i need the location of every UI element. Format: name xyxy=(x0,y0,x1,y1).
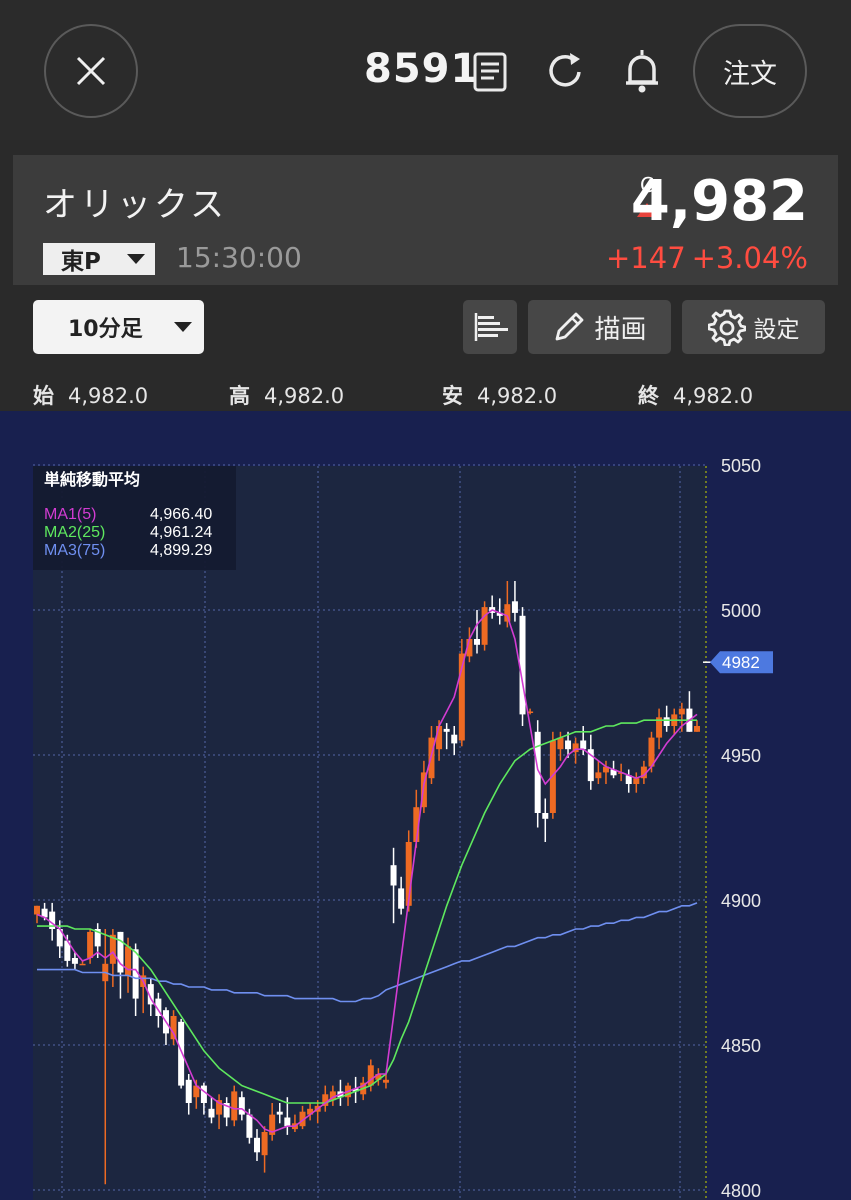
candle-body xyxy=(511,601,518,613)
candle-body xyxy=(436,726,443,750)
alert-button[interactable] xyxy=(622,48,662,94)
candle-body xyxy=(633,778,640,784)
candle-body xyxy=(694,726,700,732)
open-label: 始 xyxy=(33,384,54,408)
draw-button[interactable]: 描画 xyxy=(528,300,671,354)
current-price-label: 4982 xyxy=(722,653,760,672)
candle-body xyxy=(200,1085,207,1103)
market-label: 東P xyxy=(61,249,101,275)
candle-body xyxy=(367,1065,374,1086)
stock-info-panel: オリックス 東P 15:30:00 C 4,982 +147 +3.04% xyxy=(13,155,838,285)
low-value: 4,982.0 xyxy=(477,384,558,408)
plot-area xyxy=(33,466,706,1200)
pencil-icon xyxy=(556,312,584,341)
price-change-percent: +3.04% xyxy=(691,241,808,275)
candle-body xyxy=(663,717,670,726)
candle-body xyxy=(71,958,78,964)
ohlc-high: 高 4,982.0 xyxy=(229,380,344,410)
reload-button[interactable] xyxy=(546,50,586,92)
document-button[interactable] xyxy=(472,52,508,92)
ma-legend-title: 単純移動平均 xyxy=(44,470,140,489)
ohlc-open: 始 4,982.0 xyxy=(33,380,148,410)
quote-time: 15:30:00 xyxy=(176,241,302,274)
candle-body xyxy=(87,931,94,958)
candle-body xyxy=(170,1016,177,1040)
document-icon xyxy=(473,52,507,92)
high-label: 高 xyxy=(229,384,250,408)
ma-legend-value: 4,961.24 xyxy=(150,524,212,541)
candle-body xyxy=(557,737,564,750)
candle-body xyxy=(451,734,458,744)
high-value: 4,982.0 xyxy=(264,384,345,408)
candle-body xyxy=(678,708,685,715)
candle-body xyxy=(443,728,450,732)
candle-body xyxy=(34,905,40,915)
y-tick-label: 5000 xyxy=(721,601,761,621)
candle-body xyxy=(261,1132,268,1156)
gear-icon xyxy=(707,309,746,346)
candle-body xyxy=(382,1079,389,1083)
candle-body xyxy=(390,865,397,886)
timeframe-label: 10分足 xyxy=(68,317,143,342)
y-tick-label: 4800 xyxy=(721,1181,761,1200)
candle-body xyxy=(580,740,587,750)
y-tick-label: 4950 xyxy=(721,746,761,766)
candle-body xyxy=(565,740,572,750)
reload-icon xyxy=(549,53,581,87)
ma-legend-name: MA2(25) xyxy=(44,524,105,541)
candle-body xyxy=(125,946,132,976)
candle-body xyxy=(481,607,488,645)
stock-name: オリックス xyxy=(43,185,227,225)
order-button[interactable]: 注文 xyxy=(693,24,807,118)
price-chart[interactable]: 5050 5000 4950 4900 4850 4800 単純移動平均 MA1(5) 4,96… xyxy=(0,411,851,1200)
ma-legend-name: MA1(5) xyxy=(44,506,96,523)
bell-icon xyxy=(626,50,658,93)
open-value: 4,982.0 xyxy=(68,384,149,408)
ma-legend-name: MA3(75) xyxy=(44,542,105,559)
volume-profile-button[interactable] xyxy=(463,300,517,354)
candle-body xyxy=(208,1108,215,1118)
candle-body xyxy=(79,963,86,966)
candle-body xyxy=(276,1111,283,1115)
ma-legend-value: 4,966.40 xyxy=(150,506,212,523)
ohlc-low: 安 4,982.0 xyxy=(442,380,557,410)
candle-body xyxy=(504,604,511,622)
chevron-down-icon xyxy=(127,254,145,264)
candle-body xyxy=(284,1117,291,1127)
ohlc-close: 終 4,982.0 xyxy=(638,380,753,410)
stock-code: 8591 xyxy=(364,46,480,92)
candle-body xyxy=(398,888,405,909)
candle-body xyxy=(542,813,549,819)
candlestick-chart[interactable]: 5050 5000 4950 4900 4850 4800 単純移動平均 MA1(5) 4,96… xyxy=(0,411,851,1200)
settings-button[interactable]: 設定 xyxy=(682,300,825,354)
candle-body xyxy=(231,1091,238,1121)
market-dropdown[interactable]: 東P xyxy=(43,243,155,275)
candle-body xyxy=(519,615,526,715)
candle-body xyxy=(595,772,602,779)
candle-body xyxy=(254,1137,260,1153)
y-tick-label: 5050 xyxy=(721,456,761,476)
candle-body xyxy=(238,1097,245,1115)
current-price: 4,982 xyxy=(630,169,808,234)
draw-label: 描画 xyxy=(594,314,647,345)
candle-body xyxy=(246,1114,253,1138)
chevron-down-icon xyxy=(174,322,192,332)
settings-label: 設定 xyxy=(753,317,800,343)
close-icon xyxy=(76,56,106,86)
y-tick-label: 4900 xyxy=(721,891,761,911)
close-value: 4,982.0 xyxy=(673,384,754,408)
price-change: +147 xyxy=(606,241,686,275)
candle-body xyxy=(185,1079,192,1103)
candle-body xyxy=(474,639,480,645)
timeframe-dropdown[interactable]: 10分足 xyxy=(33,300,204,354)
close-button[interactable] xyxy=(44,24,138,118)
top-bar: 8591 注文 xyxy=(0,0,851,140)
low-label: 安 xyxy=(442,384,463,408)
close-label: 終 xyxy=(638,384,659,408)
ma-legend-value: 4,899.29 xyxy=(150,542,212,559)
bar-list-icon xyxy=(474,313,508,341)
y-tick-label: 4850 xyxy=(721,1036,761,1056)
